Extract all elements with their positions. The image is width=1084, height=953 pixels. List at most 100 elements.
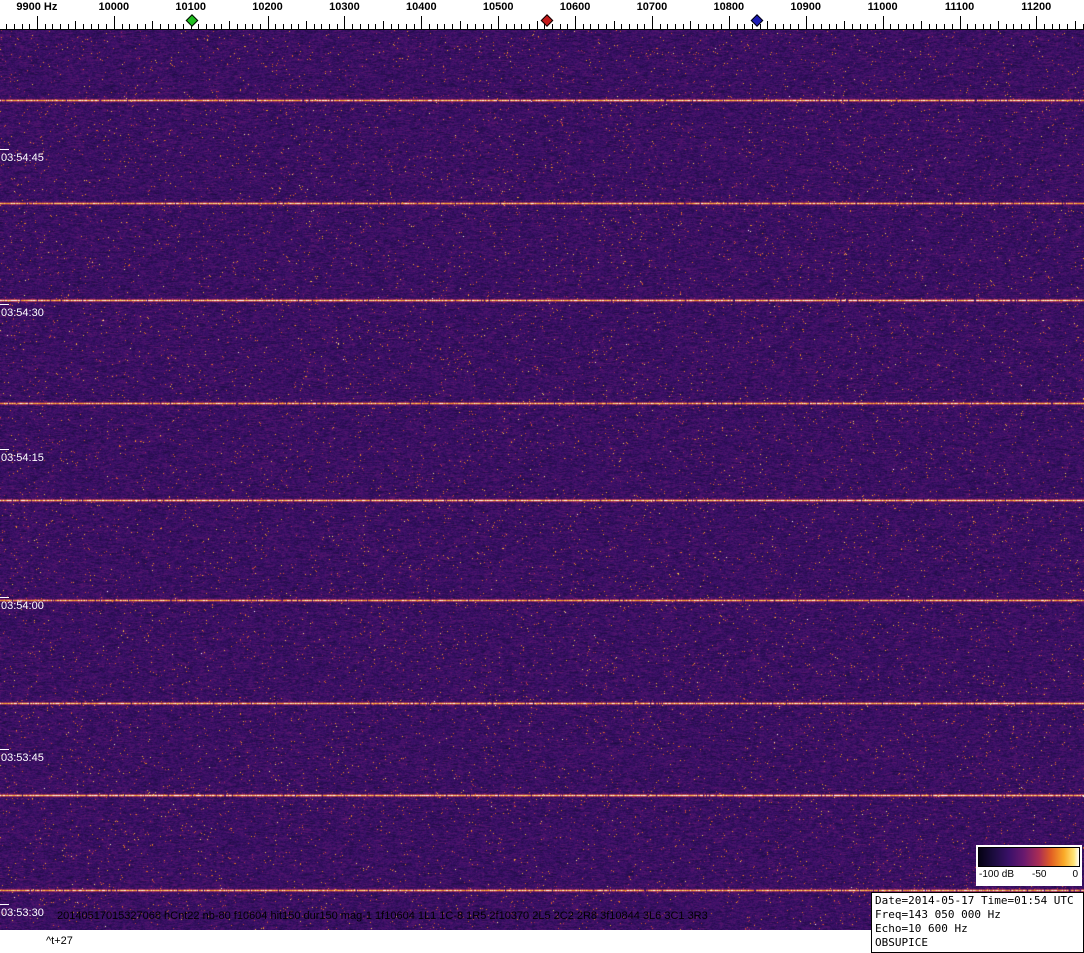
ruler-tick: [467, 24, 469, 29]
ruler-tick: [898, 24, 899, 29]
ruler-tick: [974, 24, 976, 29]
freq-tick-label: 10400: [406, 1, 437, 13]
ruler-tick: [805, 16, 807, 29]
ruler-tick: [821, 24, 823, 29]
ruler-tick: [944, 24, 946, 29]
ruler-tick: [167, 24, 169, 29]
freq-tick-label: 9900 Hz: [16, 1, 58, 13]
ruler-tick: [990, 24, 992, 29]
ruler-tick: [636, 24, 638, 29]
ruler-tick: [121, 24, 123, 29]
ruler-tick: [967, 24, 969, 29]
time-tick: [0, 597, 9, 598]
freq-tick-label: 11100: [944, 1, 975, 13]
ruler-tick: [13, 24, 15, 29]
ruler-tick: [183, 24, 184, 29]
info-echo-line: Echo=10 600 Hz: [875, 922, 968, 935]
ruler-tick: [352, 24, 354, 29]
ruler-tick: [267, 16, 269, 29]
time-tick: [0, 449, 9, 450]
ruler-tick: [198, 24, 200, 29]
ruler-tick: [774, 24, 776, 29]
ruler-tick: [359, 24, 361, 29]
time-label: 03:54:45: [1, 152, 44, 164]
ruler-tick: [505, 24, 507, 29]
ruler-tick: [275, 24, 277, 29]
ruler-tick: [951, 24, 953, 29]
freq-tick-label: 10000: [98, 1, 130, 13]
ruler-tick: [659, 24, 661, 29]
ruler-tick: [329, 24, 330, 29]
ruler-tick: [29, 24, 31, 29]
ruler-tick: [728, 16, 730, 29]
ruler-tick: [421, 16, 423, 29]
ruler-tick: [90, 24, 92, 29]
ruler-tick: [798, 24, 799, 29]
ruler-tick: [259, 24, 261, 29]
ruler-tick: [844, 21, 846, 29]
freq-tick-label: 10200: [252, 1, 283, 13]
ruler-tick: [236, 24, 238, 29]
ruler-tick: [759, 24, 761, 29]
ruler-tick: [452, 24, 454, 29]
legend-mid-label: -50: [1032, 869, 1047, 880]
ruler-tick: [252, 24, 254, 29]
ruler-tick: [682, 24, 684, 29]
ruler-tick: [536, 21, 538, 29]
time-label: 03:53:45: [1, 752, 44, 764]
color-scale-legend: -100 dB -50 0: [976, 845, 1082, 886]
ruler-tick: [513, 24, 515, 29]
ruler-tick: [1051, 24, 1053, 29]
info-freq-line: Freq=143 050 000 Hz: [875, 908, 1001, 921]
freq-tick-label: 10900: [790, 1, 821, 13]
ruler-tick: [6, 24, 8, 29]
ruler-tick: [206, 24, 207, 29]
ruler-tick: [1005, 24, 1007, 29]
ruler-tick: [936, 24, 938, 29]
ruler-tick: [75, 21, 77, 29]
ruler-tick: [1074, 21, 1076, 29]
ruler-tick: [851, 24, 853, 29]
ruler-tick: [552, 24, 553, 29]
ruler-tick: [83, 24, 84, 29]
ruler-tick: [44, 24, 46, 29]
ruler-tick: [405, 24, 407, 29]
info-station-line: OBSUPICE: [875, 936, 928, 949]
ruler-tick: [605, 24, 607, 29]
ruler-tick: [67, 24, 69, 29]
ruler-tick: [436, 24, 438, 29]
ruler-tick: [98, 24, 100, 29]
ruler-tick: [298, 24, 300, 29]
freq-tick-label: 11000: [867, 1, 898, 13]
time-label: 03:54:00: [1, 600, 44, 612]
ruler-tick: [367, 24, 369, 29]
ruler-tick: [444, 24, 446, 29]
ruler-tick: [767, 21, 769, 29]
ruler-tick: [1013, 24, 1015, 29]
ruler-tick: [736, 24, 738, 29]
freq-tick-label: 10800: [713, 1, 745, 13]
ruler-tick: [521, 24, 523, 29]
ruler-tick: [336, 24, 338, 29]
ruler-tick: [106, 24, 108, 29]
ruler-tick: [306, 21, 307, 29]
ruler-tick: [1028, 24, 1030, 29]
ruler-tick: [690, 21, 692, 29]
ruler-tick: [213, 24, 215, 29]
ruler-tick: [882, 16, 884, 29]
ruler-tick: [921, 21, 922, 29]
time-tick: [0, 749, 9, 750]
ruler-tick: [1044, 24, 1045, 29]
ruler-tick: [751, 24, 753, 29]
ruler-tick: [1021, 24, 1022, 29]
ruler-tick: [813, 24, 815, 29]
green-diamond-marker-icon[interactable]: [185, 14, 199, 27]
time-label: 03:54:30: [1, 307, 44, 319]
ruler-tick: [713, 24, 715, 29]
ruler-tick: [575, 16, 577, 29]
ruler-tick: [651, 16, 653, 29]
observation-info-box: Date=2014-05-17 Time=01:54 UTC Freq=143 …: [871, 892, 1084, 953]
ruler-tick: [413, 24, 415, 29]
legend-min-label: -100 dB: [979, 869, 1015, 880]
color-scale-labels: -100 dB -50 0: [978, 867, 1080, 881]
